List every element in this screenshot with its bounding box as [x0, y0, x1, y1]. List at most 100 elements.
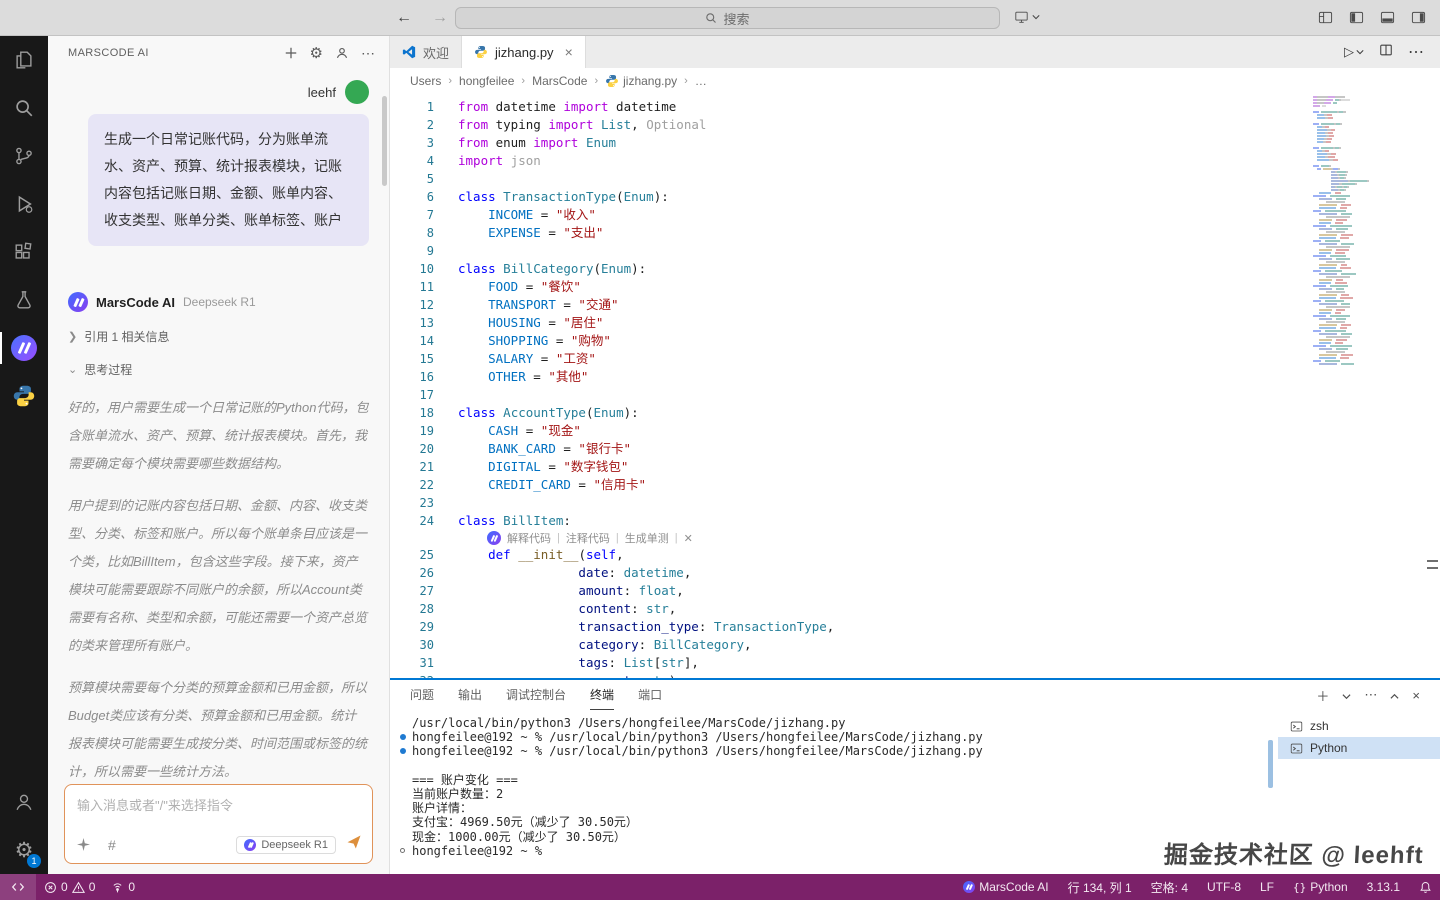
terminal-line: 当前账户数量：2 [398, 787, 1278, 801]
remote-window-menu[interactable] [1014, 10, 1040, 24]
search-icon[interactable] [0, 84, 48, 132]
more-actions-icon[interactable]: ⋯ [1408, 42, 1424, 62]
source-control-icon[interactable] [0, 132, 48, 180]
terminal-list-item[interactable]: zsh [1278, 715, 1440, 737]
code-lines: 1from datetime import datetime2from typi… [390, 98, 1308, 678]
skills-icon[interactable] [77, 838, 90, 851]
thinking-paragraph: 用户提到的记账内容包括日期、金额、内容、收支类型、分类、标签和账户。所以每个账单… [68, 492, 369, 660]
back-button[interactable]: ← [396, 9, 412, 27]
command-center-search[interactable]: 搜索 [455, 7, 1000, 29]
code-line: 16 OTHER = "其他" [390, 368, 1308, 386]
command-decoration[interactable] [400, 734, 406, 740]
terminal-output[interactable]: /usr/local/bin/python3 /Users/hongfeilee… [390, 710, 1278, 874]
references-toggle[interactable]: ❯ 引用 1 相关信息 [68, 328, 369, 345]
customize-layout-icon[interactable] [1318, 10, 1333, 25]
settings-gear-icon[interactable]: ⚙1 [0, 826, 48, 874]
watermark: 掘金技术社区 @ leehft [1163, 835, 1425, 870]
breadcrumb[interactable]: Users›hongfeilee›MarsCode›jizhang.py›… [390, 68, 1440, 94]
error-icon [44, 881, 57, 894]
broadcast-icon [111, 881, 124, 894]
breadcrumb-item[interactable]: Users [410, 74, 441, 88]
code-line: 9 [390, 242, 1308, 260]
command-decoration[interactable] [400, 748, 406, 754]
ports-status[interactable]: 0 [103, 874, 143, 900]
code-line: 19 CASH = "现金" [390, 422, 1308, 440]
terminal-scrollbar[interactable] [1268, 740, 1273, 788]
notifications-bell[interactable] [1411, 874, 1440, 900]
thinking-toggle[interactable]: ⌄ 思考过程 [68, 361, 369, 378]
language-mode[interactable]: {}Python [1285, 874, 1356, 900]
profile-icon[interactable] [335, 46, 349, 60]
problems-status[interactable]: 0 0 [36, 874, 103, 900]
close-panel-icon[interactable]: × [1412, 688, 1420, 703]
chat-input[interactable]: 输入消息或者"/"来选择指令 # Deepseek R1 [64, 784, 373, 864]
breadcrumb-separator: › [448, 75, 452, 87]
python-interpreter[interactable]: 3.13.1 [1359, 874, 1408, 900]
split-editor-icon[interactable] [1379, 43, 1393, 62]
inline-action[interactable]: 注释代码 [566, 530, 610, 546]
run-python-button[interactable]: ▷ [1344, 44, 1364, 60]
code-line: 8 EXPENSE = "支出" [390, 224, 1308, 242]
context-hash-icon[interactable]: # [108, 837, 116, 853]
minimap[interactable] [1313, 96, 1425, 678]
panel-tab[interactable]: 调试控制台 [506, 680, 566, 710]
inline-action[interactable]: 解释代码 [507, 530, 551, 546]
remote-indicator[interactable] [0, 874, 36, 900]
breadcrumb-item[interactable]: MarsCode [532, 74, 587, 88]
model-selector[interactable]: Deepseek R1 [236, 836, 336, 854]
code-line: 10class BillCategory(Enum): [390, 260, 1308, 278]
extensions-icon[interactable] [0, 228, 48, 276]
scrollbar-handle[interactable] [1427, 560, 1438, 569]
marscode-status[interactable]: MarsCode AI [955, 874, 1056, 900]
maximize-panel-icon[interactable] [1390, 688, 1399, 703]
command-decoration[interactable] [400, 848, 405, 853]
close-icon[interactable]: ✕ [684, 532, 693, 545]
python-extension-icon[interactable] [0, 372, 48, 420]
panel-tab[interactable]: 终端 [590, 680, 614, 710]
code-line: 14 SHOPPING = "购物" [390, 332, 1308, 350]
eol-status[interactable]: LF [1252, 874, 1282, 900]
breadcrumb-item[interactable]: … [695, 74, 707, 88]
terminal-dropdown-icon[interactable] [1342, 688, 1351, 703]
marscode-ai-icon[interactable] [0, 324, 48, 372]
settings-icon[interactable]: ⚙ [310, 44, 323, 62]
marscode-inline-actions[interactable]: 解释代码|注释代码|生成单测|✕ [487, 530, 1308, 546]
thinking-paragraph: 好的，用户需要生成一个日常记账的Python代码，包含账单流水、资产、预算、统计… [68, 394, 369, 478]
code-line: 7 INCOME = "收入" [390, 206, 1308, 224]
forward-button[interactable]: → [432, 9, 448, 27]
inline-action[interactable]: 生成单测 [625, 530, 669, 546]
editor-tab[interactable]: jizhang.py× [462, 36, 586, 68]
new-terminal-icon[interactable]: ＋ [1316, 686, 1329, 705]
terminal-list-item[interactable]: Python [1278, 737, 1440, 759]
encoding-status[interactable]: UTF-8 [1199, 874, 1249, 900]
send-icon[interactable] [346, 834, 362, 855]
indentation-status[interactable]: 空格: 4 [1143, 874, 1196, 900]
user-avatar[interactable] [345, 80, 369, 104]
account-icon[interactable] [0, 778, 48, 826]
breadcrumb-item[interactable]: jizhang.py [605, 74, 677, 88]
panel-tab[interactable]: 输出 [458, 680, 482, 710]
thinking-paragraph: 预算模块需要每个分类的预算金额和已用金额，所以Budget类应该有分类、预算金额… [68, 674, 369, 778]
marscode-logo [68, 292, 88, 312]
explorer-icon[interactable] [0, 36, 48, 84]
testing-icon[interactable] [0, 276, 48, 324]
editor-code[interactable]: 1from datetime import datetime2from typi… [390, 94, 1440, 678]
toggle-panel-icon[interactable] [1380, 10, 1395, 25]
editor-tab[interactable]: 欢迎 [390, 36, 462, 68]
toggle-sidebar-icon[interactable] [1349, 10, 1364, 25]
panel-tab[interactable]: 问题 [410, 680, 434, 710]
run-debug-icon[interactable] [0, 180, 48, 228]
terminal-line: 账户详情： [398, 801, 1278, 815]
code-line: 31 tags: List[str], [390, 654, 1308, 672]
toggle-secondary-sidebar-icon[interactable] [1411, 10, 1426, 25]
panel-more-icon[interactable]: ⋯ [1364, 687, 1377, 703]
more-actions-icon[interactable]: ⋯ [361, 45, 375, 62]
cursor-position[interactable]: 行 134, 列 1 [1060, 874, 1140, 900]
panel-tab[interactable]: 端口 [638, 680, 662, 710]
remote-icon [11, 880, 25, 894]
code-line: 20 BANK_CARD = "银行卡" [390, 440, 1308, 458]
close-tab-icon[interactable]: × [565, 44, 573, 60]
breadcrumb-item[interactable]: hongfeilee [459, 74, 514, 88]
marscode-sidebar: MARSCODE AI ⚙ ⋯ leehf 生成一个日常记账代码，分为账单流水、… [48, 36, 390, 874]
new-chat-icon[interactable] [284, 46, 298, 60]
